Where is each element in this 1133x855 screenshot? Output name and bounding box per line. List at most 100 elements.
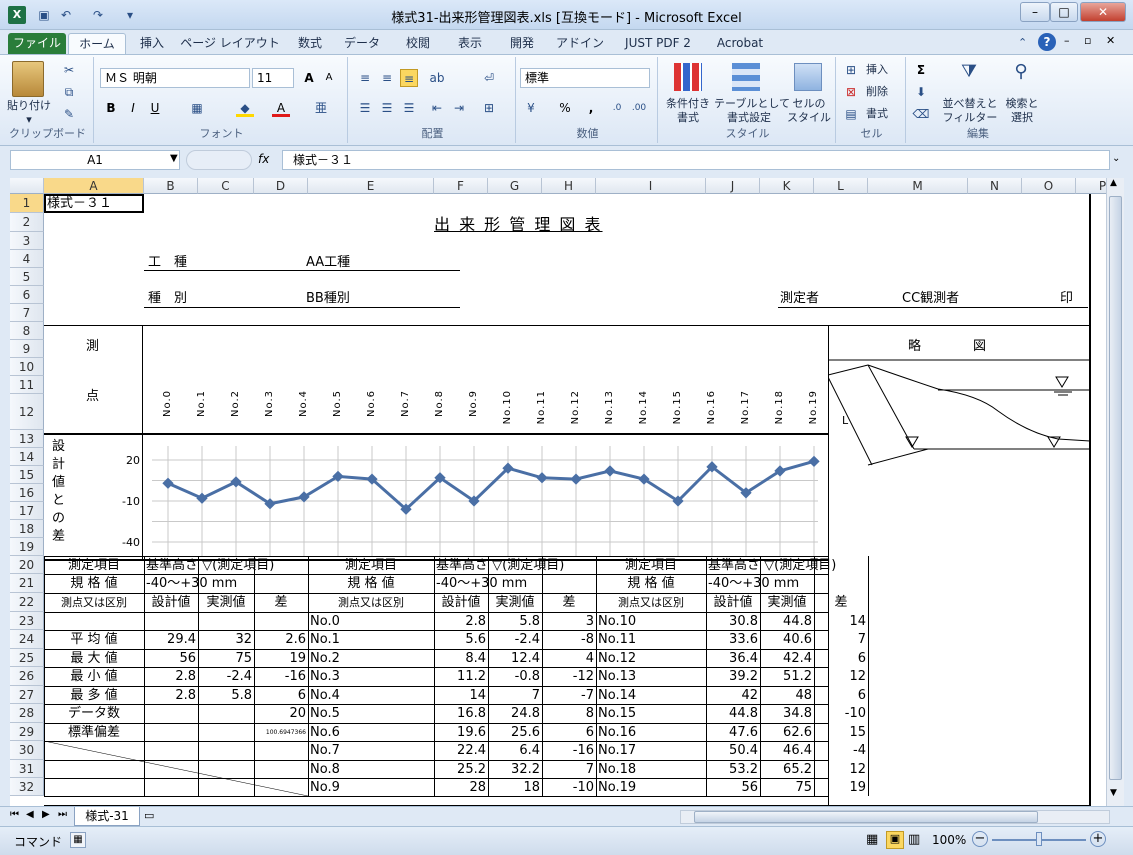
cell-a1[interactable]: 様式－３１ [47, 195, 112, 212]
column-header-J[interactable]: J [706, 178, 760, 194]
find-select-icon[interactable]: ⚲ [1008, 61, 1034, 91]
comma-button[interactable]: , [582, 99, 600, 117]
tab-file[interactable]: ファイル [8, 33, 66, 54]
align-bottom-icon[interactable]: ≡ [400, 69, 418, 87]
row-header-5[interactable]: 5 [10, 268, 44, 286]
hscroll-thumb[interactable] [694, 811, 1038, 823]
row-header-32[interactable]: 32 [10, 778, 44, 796]
row-header-11[interactable]: 11 [10, 376, 44, 394]
name-box-dropdown-icon[interactable]: ▼ [170, 153, 178, 164]
format-painter-icon[interactable]: ✎ [60, 105, 78, 123]
cell-grid[interactable]: 様式－３１ 出 来 形 管 理 図 表 工 種 AA工種 種 別 BB種別 測定… [44, 194, 1106, 806]
scroll-down-icon[interactable]: ▼ [1110, 788, 1117, 798]
column-header-A[interactable]: A [44, 178, 144, 194]
cell-styles-button[interactable]: セルの スタイル [784, 97, 834, 125]
conditional-format-button[interactable]: 条件付き 書式 [660, 97, 716, 125]
insert-cells-button[interactable]: 挿入 [860, 63, 894, 77]
row-header-2[interactable]: 2 [10, 213, 44, 232]
row-header-22[interactable]: 22 [10, 593, 44, 612]
align-left-icon[interactable]: ☰ [356, 99, 374, 117]
tab-view[interactable]: 表示 [448, 33, 492, 54]
shrink-font-icon[interactable]: A [320, 69, 338, 87]
row-header-10[interactable]: 10 [10, 358, 44, 376]
column-header-I[interactable]: I [596, 178, 706, 194]
row-header-13[interactable]: 13 [10, 430, 44, 448]
row-header-27[interactable]: 27 [10, 686, 44, 704]
close-button[interactable]: ✕ [1080, 2, 1126, 22]
cut-icon[interactable]: ✂ [60, 61, 78, 79]
orientation-icon[interactable]: ab [428, 69, 446, 87]
font-name-combo[interactable]: ＭＳ 明朝 [100, 68, 250, 88]
tab-developer[interactable]: 開発 [500, 33, 544, 54]
borders-icon[interactable]: ▦ [188, 99, 206, 117]
row-header-24[interactable]: 24 [10, 630, 44, 649]
tab-acrobat[interactable]: Acrobat [708, 33, 772, 54]
scroll-up-icon[interactable]: ▲ [1110, 178, 1117, 188]
row-header-4[interactable]: 4 [10, 250, 44, 268]
format-as-table-icon[interactable] [732, 63, 760, 91]
row-header-12[interactable]: 12 [10, 394, 44, 430]
tab-insert[interactable]: 挿入 [130, 33, 174, 54]
column-header-N[interactable]: N [968, 178, 1022, 194]
minimize-ribbon-icon[interactable]: ⌃ [1018, 36, 1027, 49]
percent-button[interactable]: % [556, 99, 574, 117]
tab-page-layout[interactable]: ページ レイアウト [180, 33, 280, 54]
delete-cells-icon[interactable]: ⊠ [842, 83, 860, 101]
row-header-21[interactable]: 21 [10, 574, 44, 593]
scroll-thumb[interactable] [1109, 196, 1122, 780]
tab-justpdf[interactable]: JUST PDF 2 [616, 33, 700, 54]
name-box[interactable]: A1 [10, 150, 180, 170]
row-header-20[interactable]: 20 [10, 556, 44, 574]
sheet-tab-active[interactable]: 様式-31 [74, 807, 140, 826]
row-header-6[interactable]: 6 [10, 286, 44, 304]
merge-center-icon[interactable]: ⊞ [480, 99, 498, 117]
paste-button[interactable]: 貼り付け [4, 99, 54, 113]
normal-view-icon[interactable]: ▦ [866, 832, 878, 847]
doc-restore-icon[interactable]: ▫ [1084, 34, 1091, 47]
doc-minimize-icon[interactable]: – [1064, 34, 1070, 47]
zoom-in-icon[interactable]: + [1090, 831, 1106, 847]
tab-formulas[interactable]: 数式 [288, 33, 332, 54]
zoom-slider-thumb[interactable] [1036, 832, 1042, 846]
format-cells-icon[interactable]: ▤ [842, 105, 860, 123]
new-sheet-icon[interactable]: ▭ [144, 809, 154, 822]
increase-indent-icon[interactable]: ⇥ [450, 99, 468, 117]
conditional-format-icon[interactable] [674, 63, 702, 91]
column-header-B[interactable]: B [144, 178, 198, 194]
tab-prev-icon[interactable]: ◀ [26, 809, 34, 820]
grow-font-icon[interactable]: A [300, 69, 318, 87]
column-header-H[interactable]: H [542, 178, 596, 194]
bold-button[interactable]: B [102, 99, 120, 117]
format-as-table-button[interactable]: テーブルとして 書式設定 [714, 97, 790, 125]
increase-decimal-icon[interactable]: .0 [608, 99, 626, 117]
align-center-icon[interactable]: ☰ [378, 99, 396, 117]
zoom-out-icon[interactable]: − [972, 831, 988, 847]
page-break-view-icon[interactable]: ▥ [908, 832, 920, 847]
font-size-combo[interactable]: 11 [252, 68, 294, 88]
minimize-button[interactable]: – [1020, 2, 1050, 22]
row-header-28[interactable]: 28 [10, 704, 44, 723]
currency-icon[interactable]: ¥ [522, 99, 540, 117]
row-header-30[interactable]: 30 [10, 741, 44, 760]
fx-icon[interactable]: fx [258, 152, 269, 166]
macro-record-icon[interactable]: ▦ [70, 832, 86, 848]
tab-first-icon[interactable]: ⏮ [10, 809, 19, 820]
copy-icon[interactable]: ⧉ [60, 83, 78, 101]
insert-cells-icon[interactable]: ⊞ [842, 61, 860, 79]
align-top-icon[interactable]: ≡ [356, 69, 374, 87]
zoom-level[interactable]: 100% [932, 833, 966, 847]
row-header-18[interactable]: 18 [10, 520, 44, 538]
format-cells-button[interactable]: 書式 [860, 107, 894, 121]
doc-close-icon[interactable]: ✕ [1106, 34, 1115, 47]
vertical-scrollbar[interactable]: ▲ ▼ [1106, 178, 1124, 806]
column-header-O[interactable]: O [1022, 178, 1076, 194]
row-header-17[interactable]: 17 [10, 502, 44, 520]
fill-icon[interactable]: ⬇ [912, 83, 930, 101]
paste-icon[interactable] [12, 61, 44, 97]
column-header-D[interactable]: D [254, 178, 308, 194]
row-header-26[interactable]: 26 [10, 667, 44, 686]
column-header-G[interactable]: G [488, 178, 542, 194]
phonetic-icon[interactable]: 亜 [312, 99, 330, 117]
font-color-icon[interactable]: A [272, 99, 290, 117]
tab-home[interactable]: ホーム [68, 33, 126, 54]
